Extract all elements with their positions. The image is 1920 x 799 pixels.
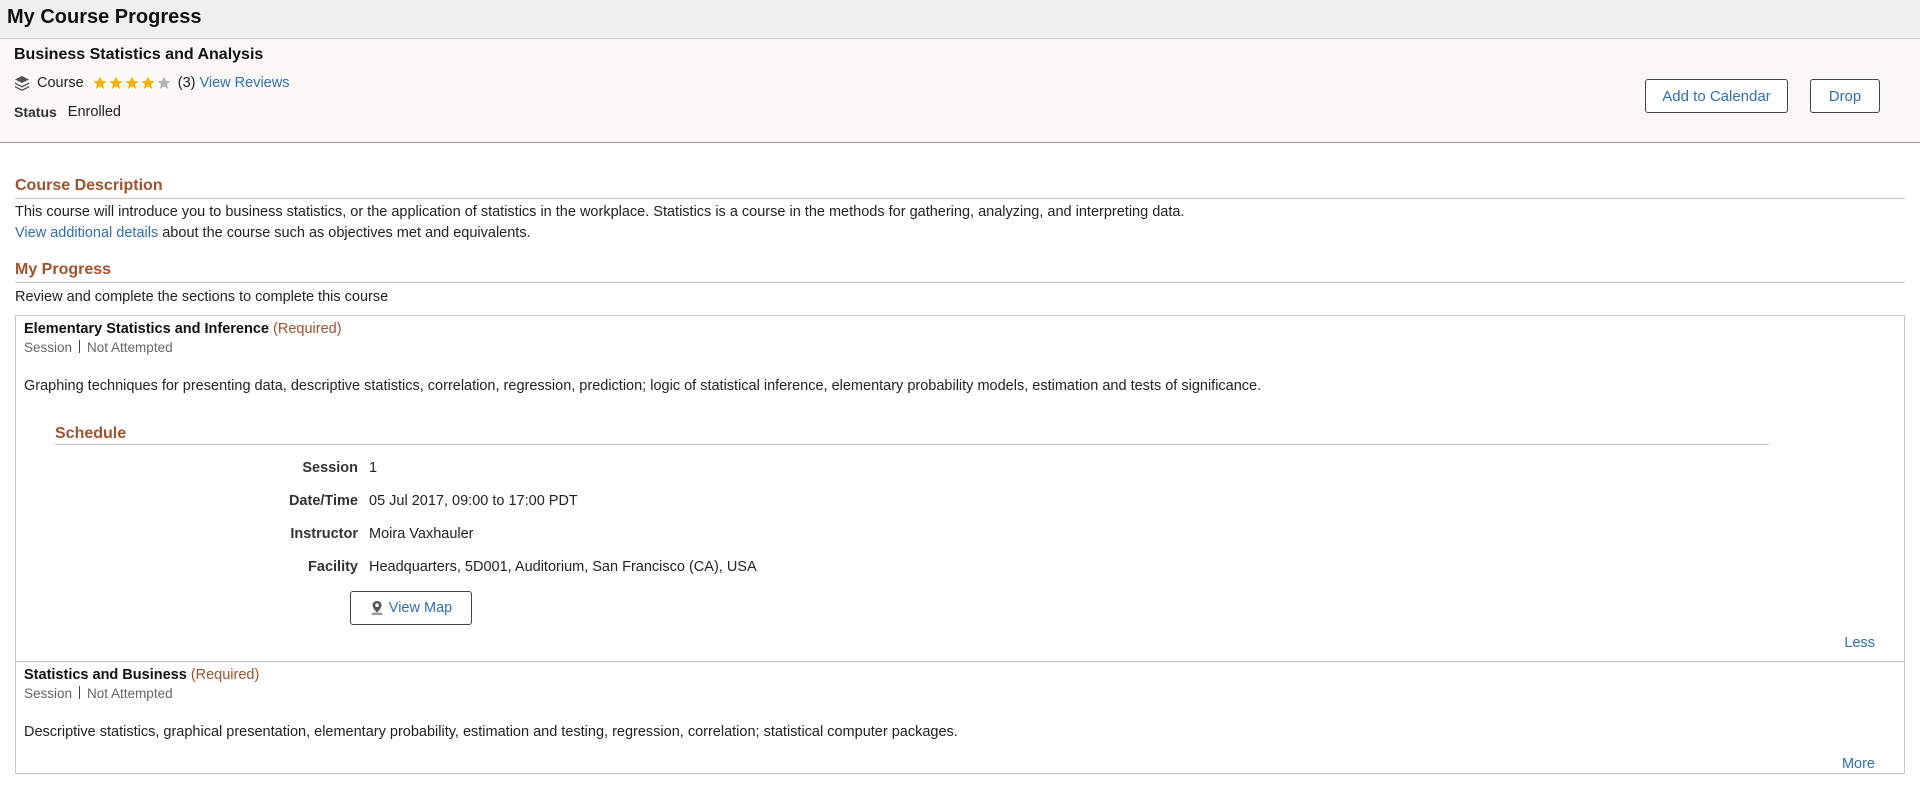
status-value: Enrolled — [67, 104, 121, 120]
drop-button[interactable]: Drop — [1810, 79, 1880, 113]
star-filled-icon — [124, 75, 140, 91]
course-meta: Course (3) View Reviews — [14, 74, 1906, 92]
course-banner: Business Statistics and Analysis Course … — [0, 39, 1920, 143]
item-status: Not Attempted — [87, 340, 173, 355]
page-title: My Course Progress — [7, 6, 202, 28]
stacked-books-icon — [14, 75, 30, 91]
view-additional-details-link[interactable]: View additional details — [15, 225, 158, 241]
star-filled-icon — [92, 75, 108, 91]
required-tag: (Required) — [273, 321, 342, 337]
item-meta: Session Not Attempted — [24, 685, 1896, 703]
schedule-label: Session — [302, 460, 358, 476]
item-description: Graphing techniques for presenting data,… — [24, 378, 1262, 394]
review-count: (3) — [177, 75, 196, 91]
main-content: Course Description This course will intr… — [0, 176, 1920, 774]
course-description-heading: Course Description — [15, 176, 1905, 199]
item-title: Statistics and Business — [24, 667, 187, 683]
schedule-value: Headquarters, 5D001, Auditorium, San Fra… — [369, 559, 757, 575]
additional-details-suffix: about the course such as objectives met … — [158, 225, 531, 241]
course-title: Business Statistics and Analysis — [14, 46, 264, 63]
required-tag: (Required) — [190, 667, 260, 683]
my-progress-heading: My Progress — [15, 260, 1905, 283]
schedule-label: Instructor — [290, 526, 358, 542]
schedule-heading: Schedule — [55, 424, 1769, 445]
less-link[interactable]: Less — [1844, 635, 1875, 651]
item-type: Session — [24, 686, 73, 701]
star-filled-icon — [140, 75, 156, 91]
course-description-section: Course Description This course will intr… — [15, 176, 1905, 244]
view-map-label: View Map — [388, 600, 453, 616]
status-label: Status — [14, 104, 57, 120]
item-status: Not Attempted — [87, 686, 173, 701]
schedule-label: Date/Time — [288, 493, 358, 509]
course-description-text: This course will introduce you to busine… — [15, 204, 1185, 220]
item-type: Session — [24, 340, 73, 355]
add-to-calendar-button[interactable]: Add to Calendar — [1645, 79, 1788, 113]
schedule-value: 05 Jul 2017, 09:00 to 17:00 PDT — [369, 493, 578, 509]
map-pin-icon — [370, 600, 384, 616]
star-filled-icon — [108, 75, 124, 91]
view-map-button[interactable]: View Map — [350, 591, 472, 625]
schedule-row-facility: Facility Headquarters, 5D001, Auditorium… — [55, 557, 1769, 577]
view-reviews-link[interactable]: View Reviews — [199, 75, 289, 91]
item-title: Elementary Statistics and Inference — [24, 321, 269, 337]
item-description: Descriptive statistics, graphical presen… — [24, 724, 958, 740]
additional-details-line: View additional details about the course… — [15, 223, 1905, 244]
item-title-row: Statistics and Business (Required) — [24, 666, 1896, 685]
schedule-section: Schedule Session 1 Date/Time 05 Jul 2017… — [55, 424, 1769, 577]
schedule-value: Moira Vaxhauler — [369, 526, 474, 542]
progress-item: Statistics and Business (Required) Sessi… — [15, 661, 1905, 774]
divider — [79, 340, 81, 353]
my-progress-intro: Review and complete the sections to comp… — [15, 289, 389, 305]
rating-stars — [92, 75, 172, 91]
schedule-row-session: Session 1 — [55, 458, 1769, 478]
progress-item: Elementary Statistics and Inference (Req… — [15, 315, 1905, 661]
status-row: Status Enrolled — [14, 104, 1906, 120]
schedule-label: Facility — [308, 559, 358, 575]
page-header: My Course Progress — [0, 0, 1920, 39]
item-title-row: Elementary Statistics and Inference (Req… — [24, 320, 1896, 339]
schedule-value: 1 — [369, 460, 378, 476]
course-type-label: Course — [37, 75, 84, 91]
my-progress-section: My Progress Review and complete the sect… — [15, 260, 1905, 774]
more-link[interactable]: More — [1842, 756, 1875, 772]
item-meta: Session Not Attempted — [24, 339, 1896, 357]
star-empty-icon — [156, 75, 172, 91]
divider — [79, 686, 81, 699]
schedule-row-instructor: Instructor Moira Vaxhauler — [55, 524, 1769, 544]
schedule-row-datetime: Date/Time 05 Jul 2017, 09:00 to 17:00 PD… — [55, 491, 1769, 511]
